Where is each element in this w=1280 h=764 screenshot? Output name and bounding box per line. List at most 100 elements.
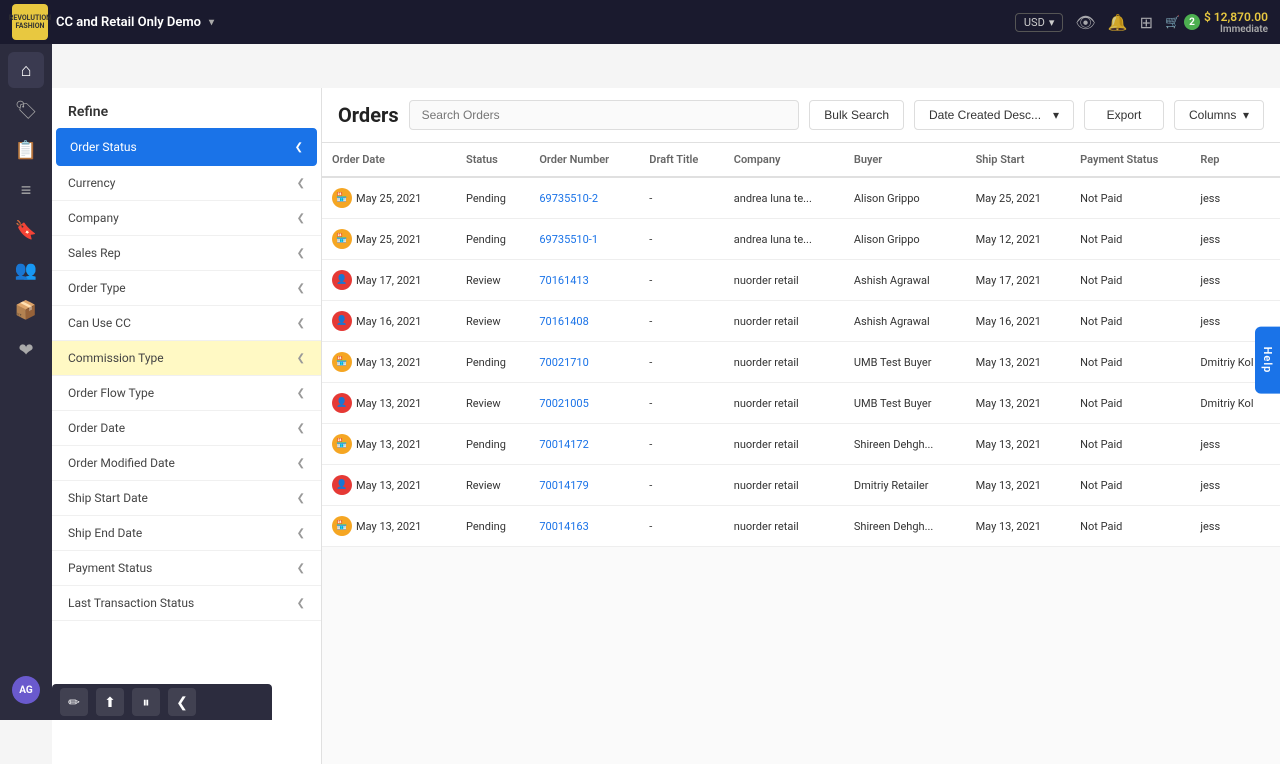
refine-chevron-icon: ❮ [295, 142, 303, 153]
refine-item-label: Currency [68, 176, 115, 190]
table-row[interactable]: 🏪 May 25, 2021 Pending 69735510-2 - andr… [322, 177, 1280, 219]
table-row[interactable]: 👤 May 13, 2021 Review 70014179 - nuorder… [322, 465, 1280, 506]
orders-table: Order Date Status Order Number Draft Tit… [322, 143, 1280, 547]
col-status: Status [456, 143, 529, 177]
date-filter-button[interactable]: Date Created Desc... ▾ [914, 100, 1074, 130]
refine-item-company[interactable]: Company ❮ [52, 201, 321, 236]
columns-dropdown-icon: ▾ [1243, 108, 1249, 122]
refine-item-order-flow-type[interactable]: Order Flow Type ❮ [52, 376, 321, 411]
upload-toolbar-button[interactable]: ⬆ [96, 688, 124, 716]
company-dropdown-arrow[interactable]: ▾ [209, 17, 214, 28]
cart-count: 2 [1184, 14, 1200, 30]
cell-payment-status: Not Paid [1070, 506, 1190, 547]
table-row[interactable]: 🏪 May 13, 2021 Pending 70014163 - nuorde… [322, 506, 1280, 547]
refine-item-order-date[interactable]: Order Date ❮ [52, 411, 321, 446]
table-row[interactable]: 👤 May 13, 2021 Review 70021005 - nuorder… [322, 383, 1280, 424]
refine-item-order-type[interactable]: Order Type ❮ [52, 271, 321, 306]
cell-draft-title: - [639, 260, 723, 301]
refine-item-sales-rep[interactable]: Sales Rep ❮ [52, 236, 321, 271]
col-rep: Rep [1190, 143, 1280, 177]
order-date-value: May 16, 2021 [356, 315, 421, 328]
cell-buyer: Ashish Agrawal [844, 260, 966, 301]
cell-rep: jess [1190, 260, 1280, 301]
cell-payment-status: Not Paid [1070, 383, 1190, 424]
cell-draft-title: - [639, 301, 723, 342]
table-row[interactable]: 🏪 May 13, 2021 Pending 70014172 - nuorde… [322, 424, 1280, 465]
export-button[interactable]: Export [1084, 100, 1164, 130]
collapse-toolbar-button[interactable]: ❮ [168, 688, 196, 716]
cell-order-number: 70021710 [529, 342, 639, 383]
refine-item-label: Last Transaction Status [68, 596, 194, 610]
status-icon: 🏪 [332, 352, 352, 372]
cell-payment-status: Not Paid [1070, 177, 1190, 219]
sidebar-item-orders[interactable]: 📋 [8, 132, 44, 168]
col-order-date: Order Date [322, 143, 456, 177]
refine-chevron-icon: ❮ [297, 493, 305, 504]
cell-buyer: Alison Grippo [844, 177, 966, 219]
refine-item-order-modified-date[interactable]: Order Modified Date ❮ [52, 446, 321, 481]
refine-panel: Refine Order Status ❮ Currency ❮ Company… [52, 88, 322, 764]
refine-item-commission-type[interactable]: Commission Type ❮ [52, 341, 321, 376]
help-button[interactable]: Help [1255, 327, 1280, 394]
table-row[interactable]: 👤 May 17, 2021 Review 70161413 - nuorder… [322, 260, 1280, 301]
bulk-search-button[interactable]: Bulk Search [809, 100, 904, 130]
col-draft-title: Draft Title [639, 143, 723, 177]
cell-ship-start: May 12, 2021 [966, 219, 1071, 260]
cell-payment-status: Not Paid [1070, 219, 1190, 260]
refine-item-order-status[interactable]: Order Status ❮ [56, 128, 317, 166]
cell-status: Pending [456, 342, 529, 383]
refine-item-label: Sales Rep [68, 246, 121, 260]
cell-order-date: 👤 May 13, 2021 [322, 383, 456, 424]
sidebar-item-users[interactable]: 👥 [8, 252, 44, 288]
cell-order-date: 👤 May 13, 2021 [322, 465, 456, 506]
sidebar-item-bookmark[interactable]: 🔖 [8, 212, 44, 248]
pause-toolbar-button[interactable]: ⏸ [132, 688, 160, 716]
bell-icon[interactable]: 🔔 [1108, 13, 1128, 32]
sidebar-item-tags[interactable]: 🏷 [8, 92, 44, 128]
cell-status: Pending [456, 177, 529, 219]
cell-order-number: 70161408 [529, 301, 639, 342]
grid-icon[interactable]: ⊞ [1140, 13, 1153, 32]
cell-payment-status: Not Paid [1070, 465, 1190, 506]
refine-item-ship-start-date[interactable]: Ship Start Date ❮ [52, 481, 321, 516]
cell-draft-title: - [639, 465, 723, 506]
refine-item-payment-status[interactable]: Payment Status ❮ [52, 551, 321, 586]
order-date-value: May 25, 2021 [356, 233, 421, 246]
refine-item-label: Ship Start Date [68, 491, 148, 505]
cell-order-number: 70161413 [529, 260, 639, 301]
cell-ship-start: May 25, 2021 [966, 177, 1071, 219]
status-icon: 🏪 [332, 188, 352, 208]
user-avatar[interactable]: AG [12, 676, 40, 704]
sidebar-item-heart[interactable]: ❤ [8, 332, 44, 368]
cell-status: Pending [456, 219, 529, 260]
refine-item-last-transaction-status[interactable]: Last Transaction Status ❮ [52, 586, 321, 621]
currency-selector[interactable]: USD ▾ [1015, 13, 1063, 32]
columns-button[interactable]: Columns ▾ [1174, 100, 1264, 130]
refine-chevron-icon: ❮ [297, 458, 305, 469]
edit-toolbar-button[interactable]: ✏ [60, 688, 88, 716]
sidebar-item-list[interactable]: ≡ [8, 172, 44, 208]
refine-chevron-icon: ❮ [297, 248, 305, 259]
status-badge: 🏪 May 13, 2021 [332, 516, 421, 536]
cell-order-number: 69735510-1 [529, 219, 639, 260]
refine-item-ship-end-date[interactable]: Ship End Date ❮ [52, 516, 321, 551]
table-row[interactable]: 👤 May 16, 2021 Review 70161408 - nuorder… [322, 301, 1280, 342]
immediate-label: Immediate [1220, 24, 1268, 35]
table-row[interactable]: 🏪 May 25, 2021 Pending 69735510-1 - andr… [322, 219, 1280, 260]
order-date-value: May 13, 2021 [356, 438, 421, 451]
cart-area[interactable]: 🛒 2 $ 12,870.00 Immediate [1165, 10, 1268, 35]
search-input[interactable] [409, 100, 800, 130]
refine-items: Order Status ❮ Currency ❮ Company ❮ Sale… [52, 128, 321, 621]
sidebar-item-home[interactable]: ⌂ [8, 52, 44, 88]
cell-draft-title: - [639, 177, 723, 219]
refine-item-currency[interactable]: Currency ❮ [52, 166, 321, 201]
refine-chevron-icon: ❮ [297, 598, 305, 609]
sidebar-item-box[interactable]: 📦 [8, 292, 44, 328]
main-content: Refine Order Status ❮ Currency ❮ Company… [52, 88, 1280, 764]
table-row[interactable]: 🏪 May 13, 2021 Pending 70021710 - nuorde… [322, 342, 1280, 383]
top-navigation: REVOLUTION FASHION CC and Retail Only De… [0, 0, 1280, 44]
eye-icon[interactable]: 👁 [1075, 13, 1095, 32]
orders-table-container: Order Date Status Order Number Draft Tit… [322, 143, 1280, 764]
refine-item-can-use-cc[interactable]: Can Use CC ❮ [52, 306, 321, 341]
status-icon: 🏪 [332, 516, 352, 536]
